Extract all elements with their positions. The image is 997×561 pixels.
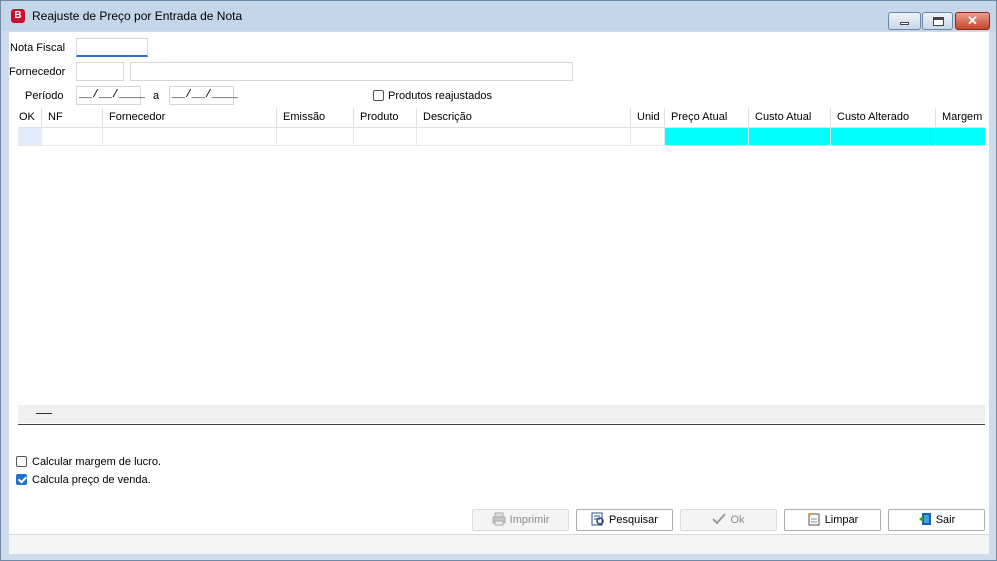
- produtos-reajustados-label[interactable]: Produtos reajustados: [388, 90, 492, 102]
- footer-dash: [36, 413, 52, 414]
- grid-header: OK NF Fornecedor Emissão Produto Descriç…: [18, 108, 985, 128]
- periodo-end-input[interactable]: __/__/____: [169, 86, 238, 105]
- cell-nf[interactable]: [42, 128, 103, 145]
- imprimir-label: Imprimir: [509, 514, 550, 526]
- maximize-icon: [933, 17, 944, 26]
- sair-label: Sair: [935, 514, 956, 526]
- products-grid[interactable]: OK NF Fornecedor Emissão Produto Descriç…: [18, 108, 985, 425]
- close-icon: ✕: [967, 13, 978, 28]
- cell-produto[interactable]: [354, 128, 417, 145]
- cell-preco-atual[interactable]: [665, 128, 749, 145]
- calcular-margem-label[interactable]: Calcular margem de lucro.: [32, 456, 161, 468]
- nota-fiscal-input[interactable]: [76, 38, 148, 57]
- col-header-emissao[interactable]: Emissão: [277, 108, 354, 127]
- cell-descricao[interactable]: [417, 128, 631, 145]
- close-button[interactable]: ✕: [955, 12, 990, 30]
- imprimir-button[interactable]: Imprimir: [472, 509, 569, 531]
- cell-unid[interactable]: [631, 128, 665, 145]
- limpar-button[interactable]: Limpar: [784, 509, 881, 531]
- exit-door-icon: [918, 512, 932, 526]
- form-body: Nota Fiscal Fornecedor Período __/__/___…: [9, 32, 989, 554]
- printer-icon: [492, 512, 506, 526]
- fornecedor-name-input[interactable]: [130, 62, 573, 81]
- col-header-ok[interactable]: OK: [18, 108, 42, 127]
- title-bar[interactable]: B Reajuste de Preço por Entrada de Nota …: [1, 1, 996, 31]
- periodo-separator: a: [153, 90, 160, 102]
- fornecedor-label: Fornecedor: [9, 66, 66, 78]
- grid-footer: [18, 405, 985, 423]
- cell-custo-atual[interactable]: [749, 128, 831, 145]
- calcula-preco-checkbox[interactable]: [16, 474, 27, 485]
- table-row[interactable]: [18, 128, 985, 146]
- calcular-margem-checkbox[interactable]: [16, 456, 27, 467]
- col-header-fornecedor[interactable]: Fornecedor: [103, 108, 277, 127]
- pesquisar-button[interactable]: Pesquisar: [576, 509, 673, 531]
- sair-button[interactable]: Sair: [888, 509, 985, 531]
- app-b-icon: B: [11, 9, 25, 23]
- limpar-label: Limpar: [824, 514, 859, 526]
- cell-margem[interactable]: [936, 128, 985, 145]
- main-window: B Reajuste de Preço por Entrada de Nota …: [0, 0, 997, 561]
- ok-button[interactable]: Ok: [680, 509, 777, 531]
- status-bar: [9, 534, 989, 554]
- fornecedor-code-input[interactable]: [76, 62, 124, 81]
- cell-emissao[interactable]: [277, 128, 354, 145]
- col-header-custo-atual[interactable]: Custo Atual: [749, 108, 831, 127]
- cell-fornecedor[interactable]: [103, 128, 277, 145]
- col-header-unid[interactable]: Unid: [631, 108, 665, 127]
- window-title: Reajuste de Preço por Entrada de Nota: [32, 9, 243, 23]
- produtos-reajustados-checkbox[interactable]: [373, 90, 384, 101]
- col-header-descricao[interactable]: Descrição: [417, 108, 631, 127]
- periodo-label: Período: [25, 90, 64, 102]
- col-header-custo-alterado[interactable]: Custo Alterado: [831, 108, 936, 127]
- calcula-preco-label[interactable]: Calcula preço de venda.: [32, 474, 151, 486]
- checkmark-icon: [712, 512, 727, 526]
- col-header-nf[interactable]: NF: [42, 108, 103, 127]
- search-document-icon: [591, 512, 605, 526]
- col-header-preco-atual[interactable]: Preço Atual: [665, 108, 749, 127]
- periodo-start-input[interactable]: __/__/____: [76, 86, 145, 105]
- cell-custo-alterado[interactable]: [831, 128, 936, 145]
- clear-document-icon: [807, 512, 821, 526]
- col-header-produto[interactable]: Produto: [354, 108, 417, 127]
- col-header-margem[interactable]: Margem L: [936, 108, 985, 127]
- pesquisar-label: Pesquisar: [609, 514, 658, 526]
- minimize-button[interactable]: [888, 12, 921, 30]
- ok-label: Ok: [730, 514, 745, 526]
- maximize-button[interactable]: [922, 12, 953, 30]
- nota-fiscal-label: Nota Fiscal: [10, 42, 66, 54]
- minimize-icon: [900, 22, 909, 25]
- cell-ok[interactable]: [18, 128, 42, 145]
